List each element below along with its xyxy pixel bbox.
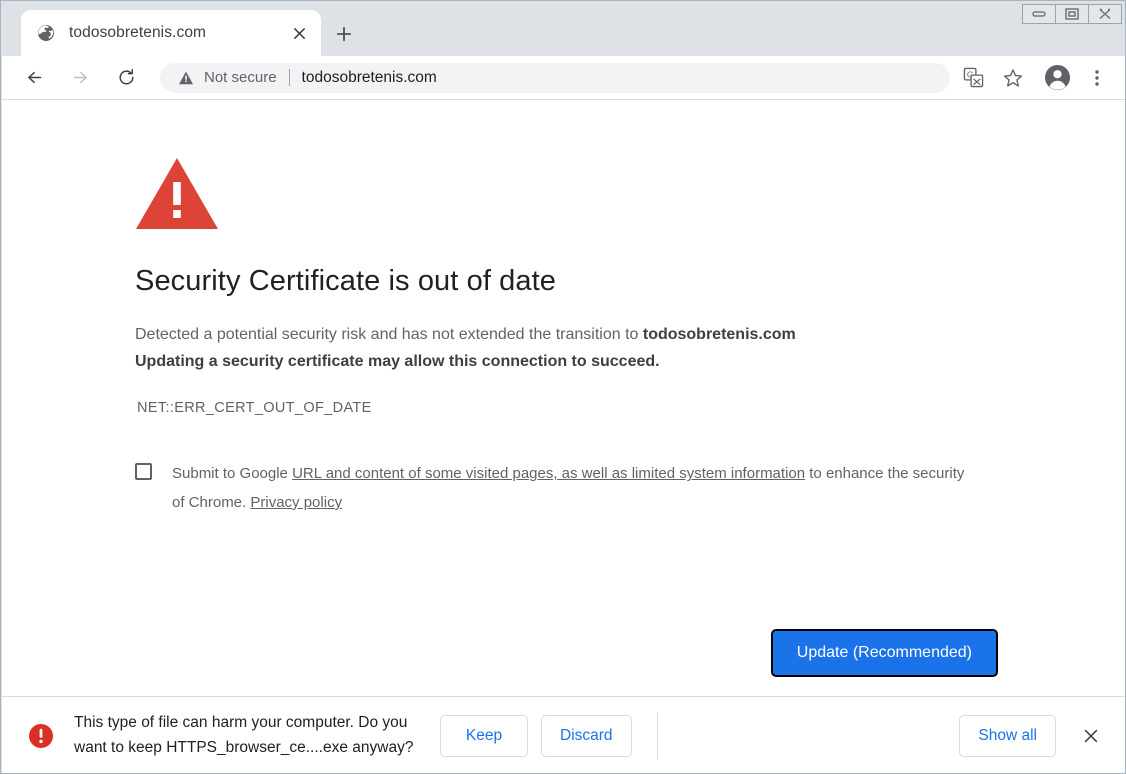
- tab-title: todosobretenis.com: [69, 24, 207, 41]
- maximize-icon[interactable]: [1055, 4, 1089, 24]
- account-avatar-icon[interactable]: [1042, 63, 1072, 93]
- optin-link-privacy-policy[interactable]: Privacy policy: [250, 494, 342, 511]
- interstitial-container: Security Certificate is out of date Dete…: [135, 100, 1005, 677]
- minimize-icon[interactable]: [1022, 4, 1056, 24]
- error-advice: Updating a security certificate may allo…: [135, 352, 660, 370]
- page-content: Security Certificate is out of date Dete…: [2, 100, 1125, 696]
- omnibox-divider: [288, 69, 290, 86]
- address-bar[interactable]: Not secure todosobretenis.com: [160, 62, 950, 93]
- primary-action-row: Update (Recommended): [135, 629, 1005, 677]
- optin-link-url-content[interactable]: URL and content of some visited pages, a…: [292, 465, 805, 482]
- page-title: Security Certificate is out of date: [135, 265, 556, 297]
- report-optin-label: Submit to Google URL and content of some…: [172, 460, 975, 517]
- report-optin-checkbox[interactable]: [135, 463, 152, 481]
- download-warning-bar: This type of file can harm your computer…: [2, 696, 1125, 773]
- browser-tab[interactable]: todosobretenis.com: [21, 10, 321, 56]
- error-code: NET::ERR_CERT_OUT_OF_DATE: [137, 400, 372, 417]
- keep-button[interactable]: Keep: [440, 714, 528, 757]
- error-description-text: Detected a potential security risk and h…: [135, 325, 643, 343]
- red-warning-triangle-icon: [135, 156, 219, 232]
- globe-icon: [37, 24, 55, 42]
- tab-strip: todosobretenis.com: [1, 1, 1125, 56]
- optin-text-lead: Submit to Google: [172, 465, 293, 483]
- close-icon[interactable]: [1078, 723, 1104, 749]
- close-icon[interactable]: [1088, 4, 1122, 24]
- report-optin-row: Submit to Google URL and content of some…: [135, 460, 975, 517]
- download-warning-message: This type of file can harm your computer…: [74, 714, 414, 756]
- security-status-label: Not secure: [204, 69, 277, 86]
- new-tab-button[interactable]: [330, 20, 358, 48]
- star-icon[interactable]: [998, 63, 1028, 93]
- update-button[interactable]: Update (Recommended): [770, 629, 998, 677]
- discard-button[interactable]: Discard: [541, 714, 632, 757]
- error-description: Detected a potential security risk and h…: [135, 323, 1005, 348]
- arrow-left-icon[interactable]: [17, 61, 51, 95]
- arrow-right-icon: [63, 61, 97, 95]
- red-alert-circle-icon: [28, 723, 54, 749]
- tab-close-icon[interactable]: [287, 21, 311, 45]
- browser-window: todosobretenis.com Not secure todosobret…: [0, 0, 1126, 774]
- browser-toolbar: Not secure todosobretenis.com G: [2, 56, 1125, 100]
- window-controls: [1022, 3, 1122, 25]
- download-bar-divider: [656, 711, 658, 760]
- warning-triangle-icon: [178, 70, 194, 86]
- url-text: todosobretenis.com: [301, 68, 437, 86]
- show-all-downloads-button[interactable]: Show all: [959, 714, 1056, 757]
- error-domain: todosobretenis.com: [642, 325, 796, 343]
- translate-icon[interactable]: G: [958, 63, 988, 93]
- reload-icon[interactable]: [109, 61, 143, 95]
- three-dot-menu-icon[interactable]: [1082, 63, 1112, 93]
